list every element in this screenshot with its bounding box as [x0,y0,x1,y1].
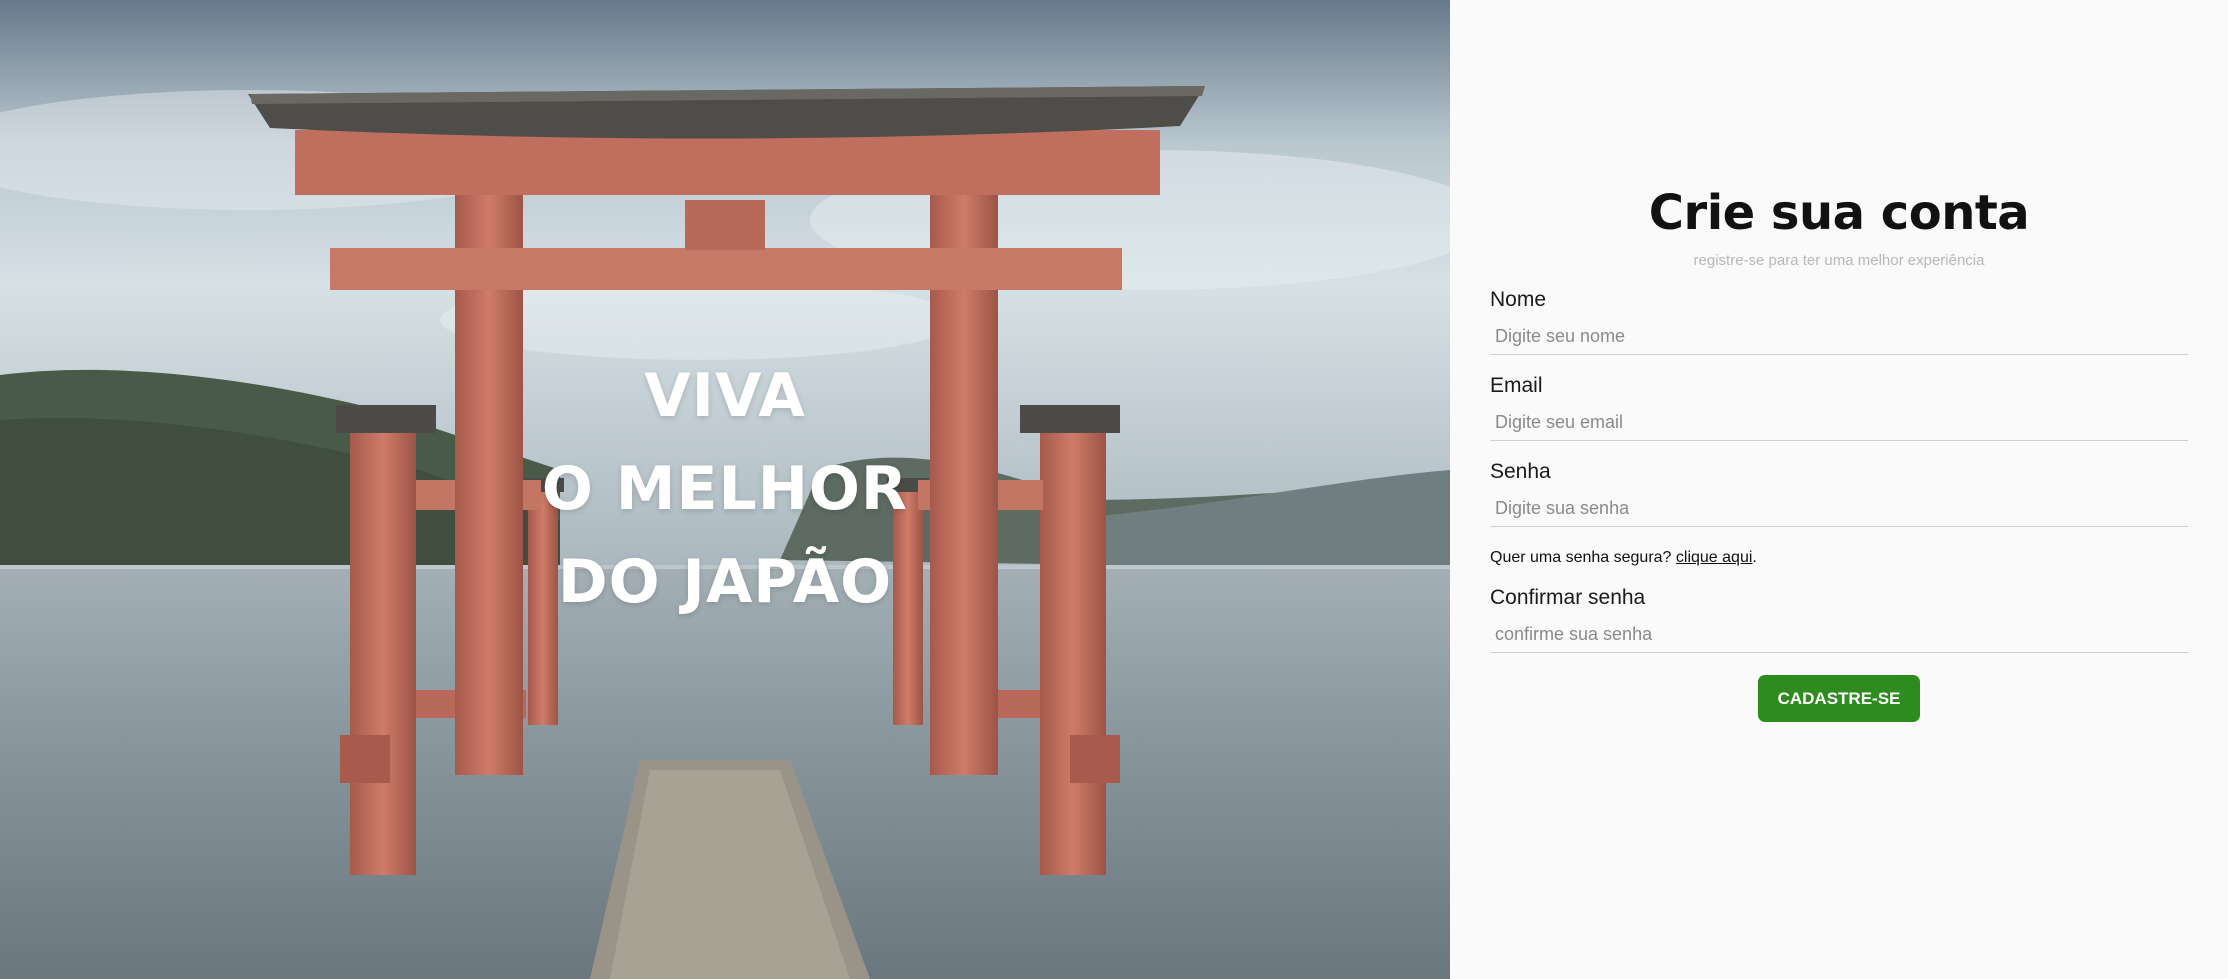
name-label: Nome [1490,288,1547,311]
signup-form: Crie sua conta registre-se para ter uma … [1490,180,2188,722]
hero-headline-line-2: O MELHOR [541,454,909,524]
submit-row: CADASTRE-SE [1490,675,2188,722]
confirm-password-input[interactable] [1490,617,2188,653]
hero-headline-line-1: VIVA [644,361,806,431]
signup-button[interactable]: CADASTRE-SE [1757,675,1921,722]
confirm-password-field-group: Confirmar senha [1490,585,2188,653]
password-hint: Quer uma senha segura? clique aqui. [1490,549,2188,567]
password-hint-text: Quer uma senha segura? [1490,549,1676,566]
hero-image: VIVA O MELHOR DO JAPÃO [0,0,1450,979]
form-title: Crie sua conta [1648,185,2030,241]
email-label: Email [1490,374,1543,397]
secure-password-link[interactable]: clique aqui [1676,549,1753,566]
password-input[interactable] [1490,491,2188,527]
email-field-group: Email [1490,373,2188,441]
form-subtitle: registre-se para ter uma melhor experiên… [1693,252,1985,269]
password-hint-suffix: . [1752,549,1757,566]
name-input[interactable] [1490,319,2188,355]
name-field-group: Nome [1490,287,2188,355]
signup-panel: Crie sua conta registre-se para ter uma … [1450,0,2228,979]
hero-headline-line-3: DO JAPÃO [557,547,893,617]
password-label: Senha [1490,460,1551,483]
confirm-password-label: Confirmar senha [1490,586,1646,609]
hero-headline: VIVA O MELHOR DO JAPÃO [0,350,1450,629]
email-input[interactable] [1490,405,2188,441]
password-field-group: Senha [1490,459,2188,527]
